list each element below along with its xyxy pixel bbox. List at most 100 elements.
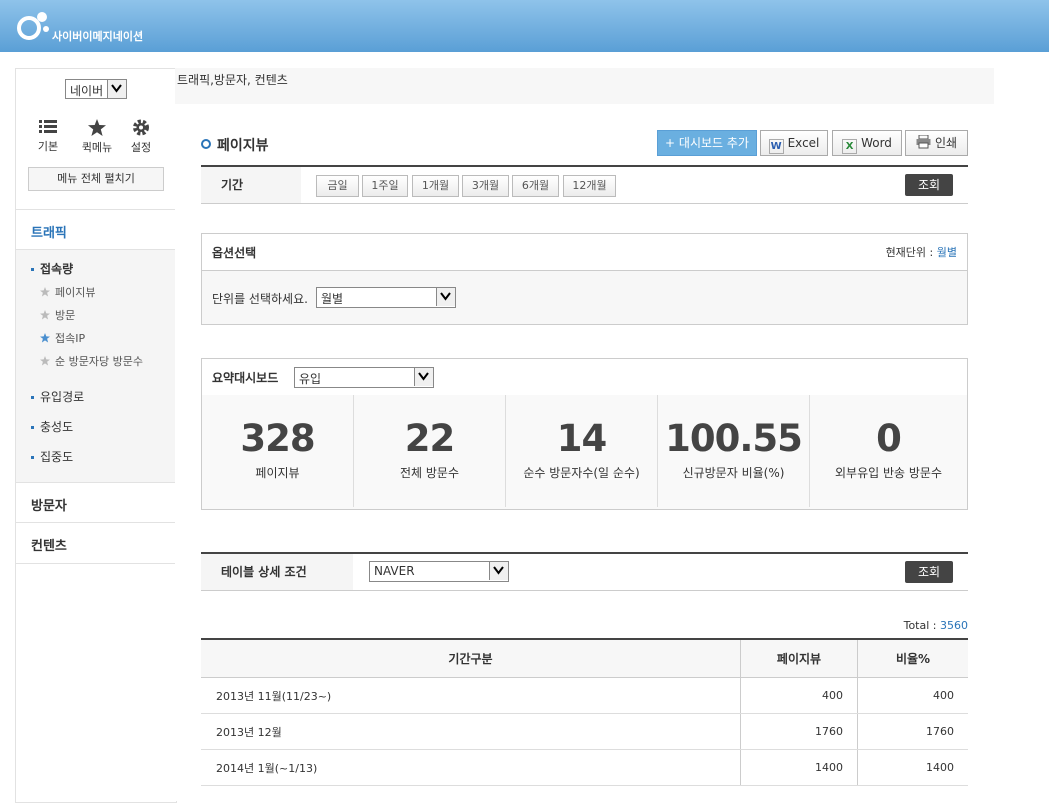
nav-inflow-label: 유입경로 bbox=[40, 390, 85, 404]
bullet-icon bbox=[31, 456, 34, 459]
breadcrumb: 트래픽,방문자, 컨텐츠 bbox=[177, 73, 288, 87]
summary-title: 요약대시보드 bbox=[212, 371, 279, 385]
options-title: 옵션선택 bbox=[212, 246, 257, 260]
cell-ratio: 1760 bbox=[857, 713, 968, 750]
summary-select[interactable]: 유입 bbox=[294, 367, 434, 388]
summary-stats: 328 페이지뷰 22 전체 방문수 14 순수 방문자수(일 순수) 100.… bbox=[202, 395, 967, 509]
stat-new-visitor-ratio: 100.55 신규방문자 비율(%) bbox=[658, 395, 810, 507]
options-box: 옵션선택 현재단위 : 월별 단위를 선택하세요. 월별 bbox=[201, 233, 968, 325]
unit-prompt: 단위를 선택하세요. bbox=[212, 292, 308, 306]
nav-traffic-label: 트래픽 bbox=[31, 226, 67, 241]
breadcrumb-bar: 트래픽,방문자, 컨텐츠 bbox=[175, 68, 994, 104]
unit-select[interactable]: 월별 bbox=[316, 287, 456, 308]
period-1month-button[interactable]: 1개월 bbox=[412, 175, 459, 197]
cell-period: 2013년 11월(11/23~) bbox=[201, 677, 741, 714]
expand-all-button[interactable]: 메뉴 전체 펼치기 bbox=[28, 167, 164, 191]
table-row: 2013년 12월 1760 1760 bbox=[201, 713, 968, 750]
period-12month-button[interactable]: 12개월 bbox=[563, 175, 616, 197]
quick-basic-label: 기본 bbox=[37, 140, 59, 153]
current-unit-prefix: 현재단위 : bbox=[885, 246, 934, 259]
stat-label: 신규방문자 비율(%) bbox=[682, 466, 785, 480]
period-6month-button[interactable]: 6개월 bbox=[512, 175, 559, 197]
star-icon bbox=[40, 333, 50, 343]
cell-period: 2013년 12월 bbox=[201, 713, 741, 750]
stat-label: 전체 방문수 bbox=[399, 466, 459, 480]
stat-value: 100.55 bbox=[665, 417, 803, 460]
data-table: 기간구분 페이지뷰 비율% 2013년 11월(11/23~) 400 400 … bbox=[201, 638, 968, 786]
unit-select-value: 월별 bbox=[321, 292, 344, 306]
chevron-down-icon bbox=[436, 288, 455, 306]
table-condition-select-value: NAVER bbox=[374, 564, 415, 578]
print-button[interactable]: 인쇄 bbox=[905, 130, 968, 156]
logo-text: 사이버이메지네이션 bbox=[52, 30, 144, 43]
period-search-button[interactable]: 조회 bbox=[905, 174, 953, 196]
excel-label: Excel bbox=[787, 136, 820, 150]
star-icon bbox=[40, 356, 50, 366]
nav-loyalty[interactable]: 충성도 bbox=[31, 418, 73, 435]
engine-select[interactable]: 네이버 bbox=[65, 79, 127, 99]
print-label: 인쇄 bbox=[934, 136, 958, 150]
star-icon bbox=[40, 287, 50, 297]
engine-select-value: 네이버 bbox=[70, 84, 104, 98]
bullet-icon bbox=[31, 396, 34, 399]
excel-button[interactable]: W Excel bbox=[760, 130, 828, 156]
bullet-icon bbox=[31, 426, 34, 429]
chevron-down-icon bbox=[414, 368, 433, 386]
nav-leaf-pageview[interactable]: 페이지뷰 bbox=[40, 284, 95, 300]
excel-icon: X bbox=[842, 139, 858, 154]
gear-icon bbox=[133, 119, 149, 136]
logo-icon[interactable] bbox=[16, 9, 50, 43]
table-condition-select[interactable]: NAVER bbox=[369, 561, 509, 582]
col-pageview[interactable]: 페이지뷰 bbox=[740, 638, 858, 678]
nav-visitors[interactable]: 방문자 bbox=[16, 482, 176, 523]
word-button[interactable]: X Word bbox=[832, 130, 902, 156]
col-ratio[interactable]: 비율% bbox=[857, 638, 968, 678]
cell-pageview: 1400 bbox=[740, 749, 858, 786]
nav-leaf-ip-label: 접속IP bbox=[55, 332, 86, 345]
chevron-down-icon bbox=[107, 80, 126, 98]
cell-pageview: 1760 bbox=[740, 713, 858, 750]
stat-label: 외부유입 반송 방문수 bbox=[835, 466, 942, 480]
quick-menu-label: 퀵메뉴 bbox=[81, 141, 113, 154]
sidebar: 네이버 기본 퀵메뉴 설정 메뉴 전체 펼치기 트래픽 접속량 페이지뷰 방문 … bbox=[15, 68, 177, 803]
nav-leaf-ip[interactable]: 접속IP bbox=[40, 330, 85, 346]
table-total: Total : 3560 bbox=[904, 619, 968, 632]
stat-bounce-visits: 0 외부유입 반송 방문수 bbox=[810, 395, 967, 507]
table-total-value: 3560 bbox=[940, 619, 968, 632]
nav-inflow[interactable]: 유입경로 bbox=[31, 388, 84, 405]
table-header-row: 기간구분 페이지뷰 비율% bbox=[201, 638, 968, 678]
summary-dashboard: 요약대시보드 유입 328 페이지뷰 22 전체 방문수 14 순수 방문자수(… bbox=[201, 358, 968, 510]
nav-leaf-visits-per-visitor-label: 순 방문자당 방문수 bbox=[55, 355, 143, 368]
word-icon: W bbox=[768, 139, 784, 154]
quick-settings[interactable]: 설정 bbox=[121, 119, 161, 155]
main-content: 트래픽,방문자, 컨텐츠 페이지뷰 + 대시보드 추가 W Excel X Word… bbox=[175, 68, 994, 801]
add-dashboard-button[interactable]: + 대시보드 추가 bbox=[657, 130, 757, 156]
nav-leaf-visit[interactable]: 방문 bbox=[40, 307, 75, 323]
nav-loyalty-label: 충성도 bbox=[40, 420, 74, 434]
page-title-text: 페이지뷰 bbox=[217, 138, 269, 154]
period-1week-button[interactable]: 1주일 bbox=[362, 175, 408, 197]
nav-focus[interactable]: 집중도 bbox=[31, 448, 73, 465]
stat-unique-visitors: 14 순수 방문자수(일 순수) bbox=[506, 395, 658, 507]
cell-ratio: 400 bbox=[857, 677, 968, 714]
stat-value: 22 bbox=[404, 417, 456, 460]
nav-traffic[interactable]: 트래픽 bbox=[16, 209, 176, 250]
cell-ratio: 1400 bbox=[857, 749, 968, 786]
quick-basic[interactable]: 기본 bbox=[28, 119, 68, 154]
current-unit-value: 월별 bbox=[936, 246, 957, 259]
table-search-button[interactable]: 조회 bbox=[905, 561, 953, 583]
nav-access[interactable]: 접속량 bbox=[31, 260, 73, 277]
cell-period: 2014년 1월(~1/13) bbox=[201, 749, 741, 786]
current-unit: 현재단위 : 월별 bbox=[886, 244, 957, 260]
nav-leaf-pageview-label: 페이지뷰 bbox=[55, 286, 96, 299]
nav-contents[interactable]: 컨텐츠 bbox=[16, 522, 176, 564]
table-total-label: Total : bbox=[903, 619, 937, 632]
table-row: 2013년 11월(11/23~) 400 400 bbox=[201, 677, 968, 714]
col-period[interactable]: 기간구분 bbox=[201, 638, 741, 678]
nav-leaf-visits-per-visitor[interactable]: 순 방문자당 방문수 bbox=[40, 353, 143, 369]
nav-contents-label: 컨텐츠 bbox=[31, 539, 67, 554]
period-today-button[interactable]: 금일 bbox=[316, 175, 359, 197]
period-3month-button[interactable]: 3개월 bbox=[462, 175, 509, 197]
nav-focus-label: 집중도 bbox=[40, 450, 74, 464]
quick-menu[interactable]: 퀵메뉴 bbox=[77, 119, 117, 155]
